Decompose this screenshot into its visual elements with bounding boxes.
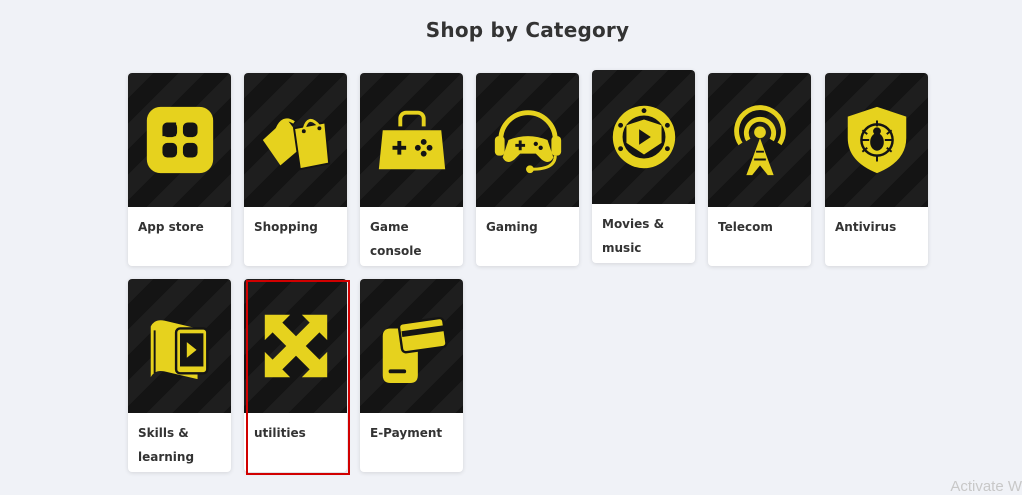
shopping-bags-icon <box>262 118 330 171</box>
category-image <box>825 73 928 207</box>
category-label: utilities <box>254 426 306 440</box>
category-label: Antivirus <box>835 220 897 234</box>
game-controller-bag-icon <box>378 110 445 170</box>
category-card-app-store[interactable]: App store <box>128 73 231 266</box>
category-card-gaming[interactable]: Gaming <box>476 73 579 266</box>
category-image <box>360 279 463 413</box>
app-grid-icon <box>146 106 213 174</box>
category-image <box>592 70 695 204</box>
category-card-e-payment[interactable]: E-Payment <box>360 279 463 472</box>
category-image <box>244 73 347 207</box>
phone-card-icon <box>382 316 448 384</box>
category-label: Game console <box>370 220 422 258</box>
category-label: App store <box>138 220 204 234</box>
category-label: Shopping <box>254 220 318 234</box>
film-reel-play-icon <box>612 105 675 169</box>
category-card-shopping[interactable]: Shopping <box>244 73 347 266</box>
book-tablet-icon <box>150 320 209 380</box>
gaming-headset-icon <box>494 110 561 174</box>
category-label: E-Payment <box>370 426 443 440</box>
category-image <box>360 73 463 207</box>
category-image <box>128 279 231 413</box>
category-label: Skills & learning <box>138 426 195 464</box>
category-image <box>476 73 579 207</box>
bug-shield-icon <box>847 106 906 174</box>
category-card-utilities[interactable]: utilities <box>244 279 347 472</box>
category-label: Telecom <box>718 220 773 234</box>
category-card-movies-music[interactable]: Movies & music <box>592 70 695 263</box>
activation-watermark: Activate W <box>950 478 1022 495</box>
category-image <box>708 73 811 207</box>
expand-arrows-icon <box>264 314 327 378</box>
category-image <box>128 73 231 207</box>
category-card-antivirus[interactable]: Antivirus <box>825 73 928 266</box>
category-label: Movies & music <box>602 217 665 255</box>
category-card-skills-learning[interactable]: Skills & learning <box>128 279 231 472</box>
section-title: Shop by Category <box>425 18 630 42</box>
category-image <box>244 279 347 413</box>
category-label: Gaming <box>486 220 538 234</box>
antenna-tower-icon <box>733 105 786 176</box>
category-card-game-console[interactable]: Game console <box>360 73 463 266</box>
category-card-telecom[interactable]: Telecom <box>708 73 811 266</box>
